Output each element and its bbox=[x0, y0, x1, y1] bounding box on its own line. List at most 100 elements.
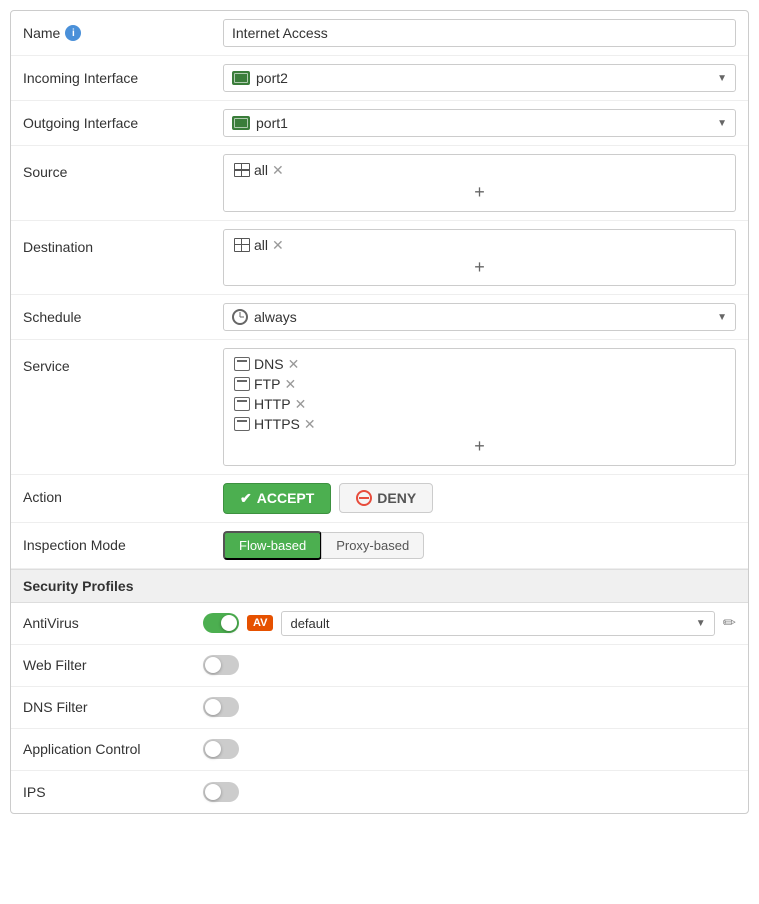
antivirus-toggle-slider bbox=[203, 613, 239, 633]
web-filter-row: Web Filter bbox=[11, 645, 748, 687]
service-tag-https: HTTPS ✕ bbox=[234, 416, 316, 432]
incoming-interface-select[interactable]: port2 ▼ bbox=[223, 64, 736, 92]
dns-filter-label: DNS Filter bbox=[23, 699, 203, 715]
service-remove-https-button[interactable]: ✕ bbox=[304, 417, 316, 431]
port1-network-icon bbox=[232, 116, 250, 130]
ips-row: IPS bbox=[11, 771, 748, 813]
antivirus-edit-icon[interactable]: ✏ bbox=[723, 613, 736, 633]
service-tag-box[interactable]: DNS ✕ FTP ✕ HTTP ✕ HTTPS bbox=[223, 348, 736, 466]
service-http-icon bbox=[234, 397, 250, 411]
name-label: Name i bbox=[23, 19, 223, 41]
service-value-col: DNS ✕ FTP ✕ HTTP ✕ HTTPS bbox=[223, 348, 736, 466]
destination-value-col: all ✕ + bbox=[223, 229, 736, 287]
source-all-icon bbox=[234, 163, 250, 177]
incoming-interface-row: Incoming Interface port2 ▼ bbox=[11, 56, 748, 101]
source-remove-all-button[interactable]: ✕ bbox=[272, 163, 284, 177]
dns-filter-controls bbox=[203, 697, 736, 717]
name-info-icon[interactable]: i bbox=[65, 25, 81, 41]
dns-filter-toggle[interactable] bbox=[203, 697, 239, 717]
destination-row: Destination all ✕ + bbox=[11, 221, 748, 296]
web-filter-toggle[interactable] bbox=[203, 655, 239, 675]
inspection-mode-row: Inspection Mode Flow-based Proxy-based bbox=[11, 523, 748, 569]
service-tag-ftp: FTP ✕ bbox=[234, 376, 296, 392]
flow-based-button[interactable]: Flow-based bbox=[223, 531, 322, 560]
destination-label: Destination bbox=[23, 229, 223, 255]
application-control-row: Application Control bbox=[11, 729, 748, 771]
dns-filter-toggle-slider bbox=[203, 697, 239, 717]
service-ftp-icon bbox=[234, 377, 250, 391]
outgoing-interface-value: port1 bbox=[256, 115, 288, 131]
application-control-toggle-slider bbox=[203, 739, 239, 759]
name-label-text: Name bbox=[23, 25, 60, 41]
application-control-toggle[interactable] bbox=[203, 739, 239, 759]
action-label: Action bbox=[23, 483, 223, 505]
schedule-label: Schedule bbox=[23, 303, 223, 325]
source-value-col: all ✕ + bbox=[223, 154, 736, 212]
security-profiles-header: Security Profiles bbox=[11, 569, 748, 603]
schedule-value: always bbox=[254, 309, 297, 325]
deny-button[interactable]: DENY bbox=[339, 483, 433, 513]
ips-toggle[interactable] bbox=[203, 782, 239, 802]
destination-tag-all: all ✕ bbox=[234, 237, 284, 253]
destination-all-icon bbox=[234, 238, 250, 252]
source-label: Source bbox=[23, 154, 223, 180]
web-filter-label: Web Filter bbox=[23, 657, 203, 673]
antivirus-row: AntiVirus AV default ▼ ✏ bbox=[11, 603, 748, 645]
source-row: Source all ✕ + bbox=[11, 146, 748, 221]
web-filter-controls bbox=[203, 655, 736, 675]
antivirus-profile-value: default bbox=[290, 616, 329, 631]
name-value-col bbox=[223, 19, 736, 47]
service-https-icon bbox=[234, 417, 250, 431]
schedule-chevron: ▼ bbox=[717, 312, 727, 323]
service-label: Service bbox=[23, 348, 223, 374]
antivirus-profile-select[interactable]: default ▼ bbox=[281, 611, 714, 636]
accept-button[interactable]: ✔ ACCEPT bbox=[223, 483, 331, 514]
antivirus-controls: AV default ▼ ✏ bbox=[203, 611, 736, 636]
schedule-select[interactable]: always ▼ bbox=[223, 303, 736, 331]
name-row: Name i bbox=[11, 11, 748, 56]
outgoing-interface-label: Outgoing Interface bbox=[23, 109, 223, 131]
antivirus-toggle[interactable] bbox=[203, 613, 239, 633]
destination-remove-all-button[interactable]: ✕ bbox=[272, 238, 284, 252]
web-filter-toggle-slider bbox=[203, 655, 239, 675]
service-dns-icon bbox=[234, 357, 250, 371]
outgoing-interface-row: Outgoing Interface port1 ▼ bbox=[11, 101, 748, 146]
service-add-button[interactable]: + bbox=[232, 434, 727, 460]
incoming-interface-value: port2 bbox=[256, 70, 288, 86]
application-control-label: Application Control bbox=[23, 741, 203, 757]
destination-add-button[interactable]: + bbox=[232, 255, 727, 281]
service-remove-ftp-button[interactable]: ✕ bbox=[284, 377, 296, 391]
outgoing-interface-chevron: ▼ bbox=[717, 118, 727, 129]
deny-circle-icon bbox=[356, 490, 372, 506]
application-control-controls bbox=[203, 739, 736, 759]
service-tag-http: HTTP ✕ bbox=[234, 396, 306, 412]
source-tag-box[interactable]: all ✕ + bbox=[223, 154, 736, 212]
av-badge: AV bbox=[247, 615, 273, 631]
incoming-interface-chevron: ▼ bbox=[717, 73, 727, 84]
schedule-value-col: always ▼ bbox=[223, 303, 736, 331]
service-tag-dns: DNS ✕ bbox=[234, 356, 299, 372]
service-remove-dns-button[interactable]: ✕ bbox=[288, 357, 300, 371]
name-input[interactable] bbox=[223, 19, 736, 47]
antivirus-label: AntiVirus bbox=[23, 615, 203, 631]
schedule-row: Schedule always ▼ bbox=[11, 295, 748, 340]
outgoing-interface-select[interactable]: port1 ▼ bbox=[223, 109, 736, 137]
action-value-col: ✔ ACCEPT DENY bbox=[223, 483, 736, 514]
ips-label: IPS bbox=[23, 784, 203, 800]
outgoing-interface-value-col: port1 ▼ bbox=[223, 109, 736, 137]
dns-filter-row: DNS Filter bbox=[11, 687, 748, 729]
proxy-based-button[interactable]: Proxy-based bbox=[321, 532, 424, 559]
checkmark-icon: ✔ bbox=[240, 490, 252, 507]
source-add-button[interactable]: + bbox=[232, 180, 727, 206]
service-row: Service DNS ✕ FTP ✕ HTTP ✕ bbox=[11, 340, 748, 475]
antivirus-profile-chevron: ▼ bbox=[696, 618, 706, 629]
destination-tag-box[interactable]: all ✕ + bbox=[223, 229, 736, 287]
schedule-clock-icon bbox=[232, 309, 248, 325]
inspection-mode-value-col: Flow-based Proxy-based bbox=[223, 531, 736, 560]
inspection-mode-label: Inspection Mode bbox=[23, 531, 223, 553]
ips-toggle-slider bbox=[203, 782, 239, 802]
service-remove-http-button[interactable]: ✕ bbox=[295, 397, 307, 411]
incoming-interface-label: Incoming Interface bbox=[23, 64, 223, 86]
ips-controls bbox=[203, 782, 736, 802]
action-row: Action ✔ ACCEPT DENY bbox=[11, 475, 748, 523]
